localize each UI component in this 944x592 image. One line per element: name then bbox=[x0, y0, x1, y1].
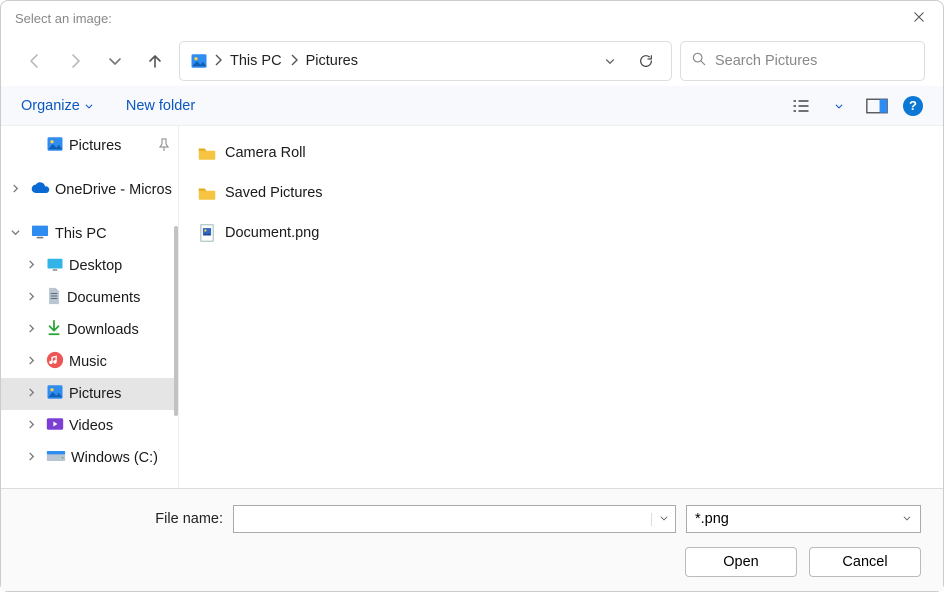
chevron-right-icon bbox=[27, 452, 41, 464]
filename-combobox[interactable] bbox=[233, 505, 676, 533]
window-title: Select an image: bbox=[15, 11, 909, 26]
video-icon bbox=[46, 417, 64, 435]
search-icon bbox=[691, 51, 707, 72]
breadcrumb-pictures[interactable]: Pictures bbox=[304, 51, 360, 71]
chevron-right-icon bbox=[214, 53, 222, 69]
sidebar-item-label: Pictures bbox=[69, 386, 121, 402]
sidebar-item-pictures[interactable]: Pictures bbox=[1, 378, 178, 410]
sidebar-item-onedrive[interactable]: OneDrive - Micros bbox=[1, 174, 178, 206]
filename-label: File name: bbox=[23, 511, 223, 527]
view-mode-button[interactable] bbox=[789, 94, 813, 118]
sidebar-item-label: This PC bbox=[55, 226, 107, 242]
sidebar-item-videos[interactable]: Videos bbox=[1, 410, 178, 442]
open-button[interactable]: Open bbox=[685, 547, 797, 577]
sidebar-item-desktop[interactable]: Desktop bbox=[1, 250, 178, 282]
search-box[interactable] bbox=[680, 41, 925, 81]
monitor-icon bbox=[30, 224, 50, 244]
bottom-panel: File name: *.png Open Cancel bbox=[1, 488, 943, 591]
new-folder-button[interactable]: New folder bbox=[126, 98, 195, 114]
filetype-filter[interactable]: *.png bbox=[686, 505, 921, 533]
sidebar-item-label: Windows (C:) bbox=[71, 450, 158, 466]
file-list[interactable]: Camera Roll Saved Pictures Document.png bbox=[179, 126, 943, 488]
sidebar-item-label: OneDrive - Micros bbox=[55, 182, 172, 198]
sidebar-item-quick-pictures[interactable]: Pictures bbox=[1, 130, 178, 162]
sidebar-item-label: Documents bbox=[67, 290, 140, 306]
preview-pane-button[interactable] bbox=[865, 94, 889, 118]
organize-menu[interactable]: Organize bbox=[21, 98, 94, 114]
pictures-icon bbox=[190, 52, 208, 70]
main-area: Pictures OneDrive - Micros This PC De bbox=[1, 126, 943, 488]
chevron-right-icon bbox=[27, 260, 41, 272]
organize-label: Organize bbox=[21, 98, 80, 114]
sidebar-item-thispc[interactable]: This PC bbox=[1, 218, 178, 250]
filter-value: *.png bbox=[695, 511, 729, 527]
sidebar-item-drivec[interactable]: Windows (C:) bbox=[1, 442, 178, 474]
file-item-folder[interactable]: Saved Pictures bbox=[197, 178, 925, 208]
sidebar-item-label: Music bbox=[69, 354, 107, 370]
cloud-icon bbox=[30, 181, 50, 199]
chevron-right-icon bbox=[27, 356, 41, 368]
view-dropdown[interactable] bbox=[827, 94, 851, 118]
music-icon bbox=[46, 351, 64, 373]
sidebar-item-music[interactable]: Music bbox=[1, 346, 178, 378]
close-button[interactable] bbox=[909, 10, 929, 27]
pictures-icon bbox=[46, 383, 64, 405]
sidebar-item-label: Downloads bbox=[67, 322, 139, 338]
drive-icon bbox=[46, 449, 66, 467]
address-bar[interactable]: This PC Pictures bbox=[179, 41, 672, 81]
pin-icon bbox=[158, 138, 170, 155]
file-item-image[interactable]: Document.png bbox=[197, 218, 925, 248]
file-name: Document.png bbox=[225, 225, 319, 241]
help-button[interactable]: ? bbox=[903, 96, 923, 116]
chevron-right-icon bbox=[11, 184, 25, 196]
scrollbar-thumb[interactable] bbox=[174, 226, 178, 416]
chevron-right-icon bbox=[27, 292, 41, 304]
sidebar-item-label: Videos bbox=[69, 418, 113, 434]
recent-dropdown[interactable] bbox=[99, 45, 131, 77]
nav-row: This PC Pictures bbox=[1, 36, 943, 86]
sidebar: Pictures OneDrive - Micros This PC De bbox=[1, 126, 179, 488]
chevron-down-icon[interactable] bbox=[651, 513, 675, 526]
chevron-right-icon bbox=[27, 388, 41, 400]
chevron-down-icon bbox=[902, 513, 912, 526]
file-name: Camera Roll bbox=[225, 145, 306, 161]
chevron-right-icon bbox=[290, 53, 298, 69]
toolbar: Organize New folder ? bbox=[1, 86, 943, 126]
address-dropdown[interactable] bbox=[595, 55, 625, 67]
cancel-button[interactable]: Cancel bbox=[809, 547, 921, 577]
sidebar-item-label: Pictures bbox=[69, 138, 121, 154]
file-name: Saved Pictures bbox=[225, 185, 323, 201]
sidebar-item-label: Desktop bbox=[69, 258, 122, 274]
desktop-icon bbox=[46, 257, 64, 275]
breadcrumb-thispc[interactable]: This PC bbox=[228, 51, 284, 71]
folder-icon bbox=[197, 143, 217, 163]
download-icon bbox=[46, 319, 62, 341]
sidebar-item-documents[interactable]: Documents bbox=[1, 282, 178, 314]
document-icon bbox=[46, 287, 62, 309]
refresh-button[interactable] bbox=[631, 53, 661, 69]
pictures-icon bbox=[46, 135, 64, 157]
chevron-right-icon bbox=[27, 420, 41, 432]
image-file-icon bbox=[197, 223, 217, 243]
back-button[interactable] bbox=[19, 45, 51, 77]
title-bar: Select an image: bbox=[1, 1, 943, 36]
chevron-right-icon bbox=[27, 324, 41, 336]
folder-icon bbox=[197, 183, 217, 203]
chevron-down-icon bbox=[11, 228, 25, 240]
search-input[interactable] bbox=[715, 53, 914, 69]
forward-button[interactable] bbox=[59, 45, 91, 77]
sidebar-item-downloads[interactable]: Downloads bbox=[1, 314, 178, 346]
filename-input[interactable] bbox=[234, 511, 651, 527]
file-item-folder[interactable]: Camera Roll bbox=[197, 138, 925, 168]
up-button[interactable] bbox=[139, 45, 171, 77]
nav-tree: Pictures OneDrive - Micros This PC De bbox=[1, 130, 178, 474]
